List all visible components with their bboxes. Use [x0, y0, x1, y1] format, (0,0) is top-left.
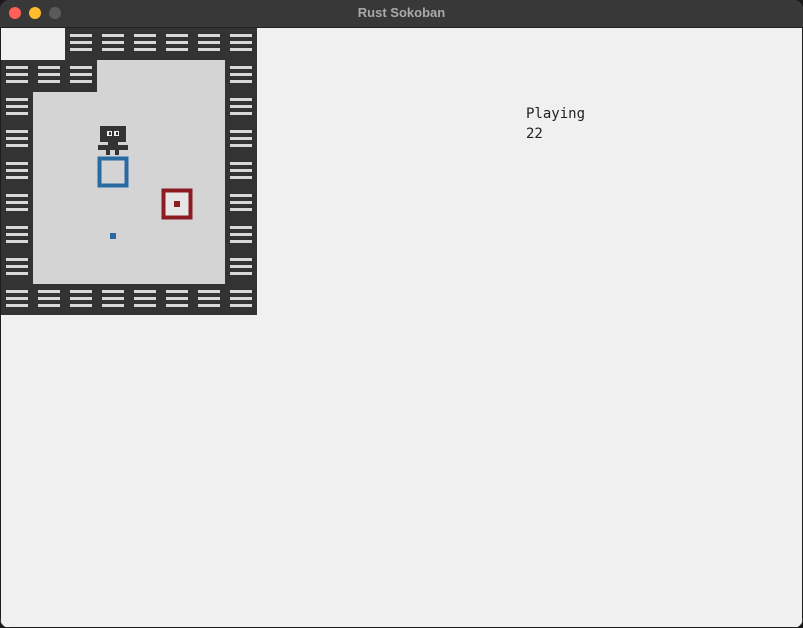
floor-tile	[33, 188, 65, 220]
floor-tile	[129, 60, 161, 92]
floor-tile	[65, 92, 97, 124]
red-box	[161, 188, 193, 220]
wall-tile	[1, 92, 33, 124]
title-bar[interactable]: Rust Sokoban	[0, 0, 803, 28]
wall-tile	[65, 60, 97, 92]
wall-tile	[1, 124, 33, 156]
wall-tile	[225, 284, 257, 315]
floor-tile	[33, 220, 65, 252]
wall-tile	[193, 28, 225, 60]
wall-tile	[1, 284, 33, 315]
floor-tile	[129, 220, 161, 252]
step-count-text: 22	[526, 126, 543, 142]
floor-tile	[193, 124, 225, 156]
wall-tile	[161, 28, 193, 60]
wall-tile	[1, 60, 33, 92]
floor-tile	[97, 252, 129, 284]
wall-tile	[1, 220, 33, 252]
floor-tile	[193, 220, 225, 252]
wall-tile	[225, 252, 257, 284]
floor-tile	[193, 60, 225, 92]
wall-tile	[225, 92, 257, 124]
wall-tile	[1, 252, 33, 284]
wall-tile	[225, 124, 257, 156]
floor-tile	[97, 60, 129, 92]
wall-tile	[129, 28, 161, 60]
window-title: Rust Sokoban	[357, 5, 446, 20]
floor-tile	[161, 252, 193, 284]
floor-tile	[65, 156, 97, 188]
wall-tile	[65, 284, 97, 315]
wall-tile	[225, 60, 257, 92]
floor-tile	[129, 156, 161, 188]
floor-tile	[161, 220, 193, 252]
floor-tile	[65, 220, 97, 252]
floor-tile	[161, 60, 193, 92]
floor-tile	[193, 188, 225, 220]
floor-tile	[161, 124, 193, 156]
floor-tile	[33, 156, 65, 188]
wall-tile	[97, 28, 129, 60]
wall-tile	[225, 220, 257, 252]
wall-tile	[129, 284, 161, 315]
floor-tile	[129, 92, 161, 124]
wall-tile	[1, 156, 33, 188]
floor-tile	[33, 92, 65, 124]
floor-tile	[65, 124, 97, 156]
wall-tile	[225, 156, 257, 188]
blue-box-spot	[110, 233, 116, 239]
floor-tile	[65, 188, 97, 220]
wall-tile	[1, 188, 33, 220]
wall-tile	[33, 60, 65, 92]
sokoban-board	[1, 28, 257, 315]
floor-tile	[129, 188, 161, 220]
floor-tile	[97, 92, 129, 124]
floor-tile	[193, 92, 225, 124]
floor-tile	[193, 156, 225, 188]
floor-tile	[33, 252, 65, 284]
floor-tile	[161, 156, 193, 188]
wall-tile	[65, 28, 97, 60]
game-canvas[interactable]: Playing 22	[1, 28, 802, 627]
floor-tile	[129, 252, 161, 284]
floor-tile	[193, 252, 225, 284]
floor-tile	[161, 92, 193, 124]
floor-tile	[33, 124, 65, 156]
floor-tile	[97, 188, 129, 220]
wall-tile	[225, 28, 257, 60]
wall-tile	[97, 284, 129, 315]
wall-tile	[33, 284, 65, 315]
floor-tile	[65, 252, 97, 284]
wall-tile	[193, 284, 225, 315]
floor-tile	[97, 156, 129, 188]
floor-tile	[129, 124, 161, 156]
app-window: Rust Sokoban Playing 22	[0, 0, 803, 628]
wall-tile	[161, 284, 193, 315]
game-state-text: Playing	[526, 106, 586, 122]
wall-tile	[225, 188, 257, 220]
